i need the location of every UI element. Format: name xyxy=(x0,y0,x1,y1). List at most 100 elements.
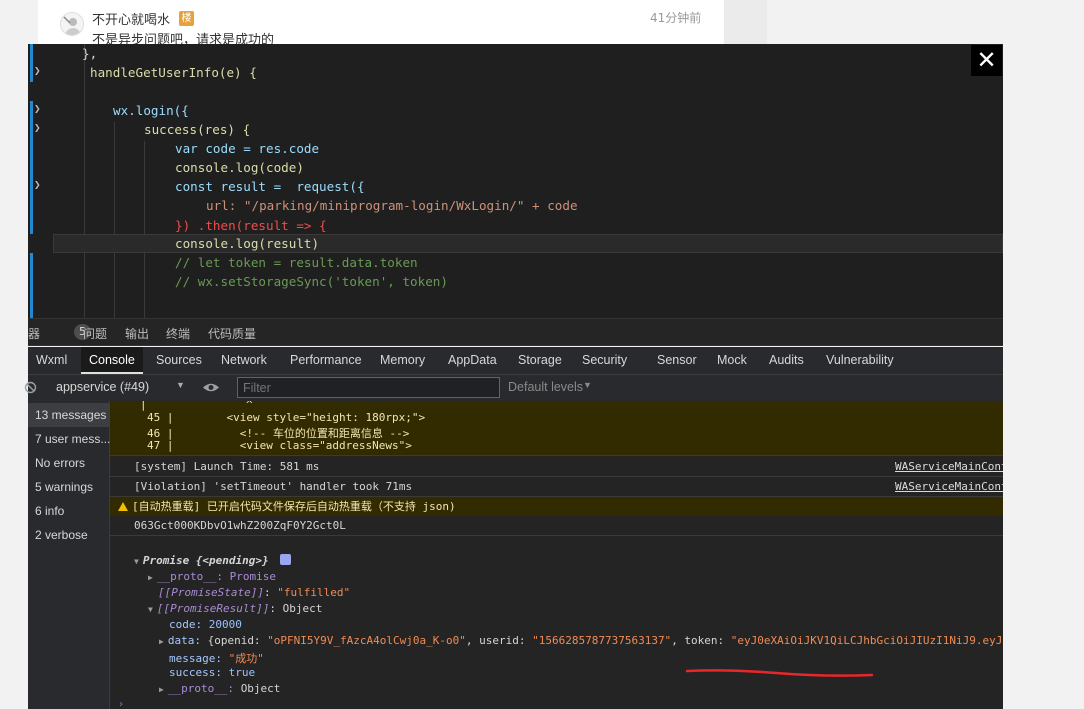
red-underline-annotation xyxy=(686,669,874,677)
property-key: code: xyxy=(169,618,203,631)
console-output[interactable]: | ^ 45 | <view style="height: 180rpx;"> … xyxy=(110,401,1003,709)
sidebar-item-messages[interactable]: 13 messages xyxy=(28,403,110,427)
property-value: Object xyxy=(240,682,281,695)
levels-dropdown-icon[interactable]: ▼ xyxy=(583,380,592,390)
code-editor[interactable]: ❯ ❯ ❯ ❯ }, handleGetUserInfo(e) { wx.log… xyxy=(28,44,1003,318)
comment-time: 41分钟前 xyxy=(650,11,702,25)
property-key: [[PromiseState]] xyxy=(158,586,264,599)
promise-root[interactable]: ▼ Promise {<pending>} xyxy=(110,554,1003,570)
code-text: handleGetUserInfo(e) { xyxy=(90,65,257,80)
fold-chevron-icon[interactable]: ❯ xyxy=(34,121,41,134)
code-line-12: // let token = result.data.token xyxy=(175,253,418,272)
log-levels-dropdown[interactable]: Default levels xyxy=(508,380,583,394)
code-line-1: }, xyxy=(82,44,97,63)
property-key: , token: xyxy=(671,634,725,647)
devtools-tabs: Wxml Console Sources Network Performance… xyxy=(28,347,1003,374)
code-text: }) .then(result => { xyxy=(175,218,327,233)
property-value: "eyJ0eXAiOiJKV1QiLCJhbGciOiJIUzI1NiJ9.ey… xyxy=(730,634,1003,647)
property-value: "成功" xyxy=(228,652,264,665)
property-value: 20000 xyxy=(208,618,242,631)
log-text: 063Gct000KDbvO1whZ200ZqF0Y2Gct0L xyxy=(134,519,346,532)
fold-chevron-icon[interactable]: ❯ xyxy=(34,178,41,191)
context-selector[interactable]: appservice (#49) xyxy=(56,380,149,394)
expand-triangle-icon[interactable]: ▶ xyxy=(159,685,164,694)
info-icon[interactable] xyxy=(280,554,292,565)
context-dropdown-icon[interactable]: ▼ xyxy=(176,380,185,390)
console-sidebar: 13 messages 7 user mess... No errors 5 w… xyxy=(28,401,110,709)
op-badge: 楼 xyxy=(179,11,194,26)
filter-input[interactable] xyxy=(237,377,500,398)
property-key: , userid: xyxy=(465,634,526,647)
tree-node[interactable]: ▶ data: {openid: "oPFNI5Y9V_fAzcA4olCwj0a… xyxy=(110,634,1003,650)
sidebar-item-user-messages[interactable]: 7 user mess... xyxy=(28,427,110,451)
tab-wxml[interactable]: Wxml xyxy=(28,347,75,374)
tree-node: message: "成功" xyxy=(110,650,1003,666)
tab-console[interactable]: Console xyxy=(81,347,143,374)
tab-sources[interactable]: Sources xyxy=(148,347,210,374)
code-text: success(res) { xyxy=(144,122,251,137)
tree-node[interactable]: ▶ __proto__: Promise xyxy=(110,570,1003,586)
tab-terminal[interactable]: 终端 xyxy=(166,325,190,342)
tab-appdata[interactable]: AppData xyxy=(440,347,505,374)
tab-mock[interactable]: Mock xyxy=(709,347,755,374)
tree-node[interactable]: ▶ __proto__: Object xyxy=(110,682,1003,698)
code-line-2: handleGetUserInfo(e) { xyxy=(90,63,257,82)
log-message: 063Gct000KDbvO1whZ200ZqF0Y2Gct0L xyxy=(110,516,1003,536)
console-prompt[interactable]: › xyxy=(110,699,1003,709)
property-value: "oPFNI5Y9V_fAzcA4olCwj0a_K-o0" xyxy=(267,634,466,647)
tab-output[interactable]: 输出 xyxy=(125,325,149,342)
expand-triangle-icon[interactable]: ▶ xyxy=(159,637,164,646)
tab-problems[interactable]: 问题 xyxy=(83,325,107,342)
tab-vulnerability[interactable]: Vulnerability xyxy=(818,347,902,374)
user-avatar[interactable] xyxy=(60,12,84,36)
source-link[interactable]: WAServiceMainContext xyxy=(895,477,1003,497)
fold-chevron-icon[interactable]: ❯ xyxy=(34,64,41,77)
tab-sensor[interactable]: Sensor xyxy=(649,347,705,374)
tree-node[interactable]: ▼ [[PromiseResult]]: Object xyxy=(110,602,1003,618)
code-line-7: console.log(code) xyxy=(175,158,304,177)
clear-console-icon[interactable] xyxy=(24,381,37,394)
property-value: Object xyxy=(282,602,323,615)
warning-message: | ^ 45 | <view style="height: 180rpx;"> … xyxy=(110,401,1003,456)
promise-label: Promise {<pending>} xyxy=(142,554,269,567)
sidebar-item-info[interactable]: 6 info xyxy=(28,499,110,523)
code-text: wx.login({ xyxy=(113,103,189,118)
property-key: data: xyxy=(167,634,201,647)
code-frame-line: | ^ xyxy=(140,401,253,411)
property-key: success: xyxy=(169,666,222,679)
fold-chevron-icon[interactable]: ❯ xyxy=(34,102,41,115)
log-text: [Violation] 'setTimeout' handler took 71… xyxy=(134,480,413,493)
tab-memory[interactable]: Memory xyxy=(372,347,433,374)
tab-audits[interactable]: Audits xyxy=(761,347,812,374)
expand-triangle-icon[interactable]: ▼ xyxy=(148,605,153,614)
sidebar-item-warnings[interactable]: 5 warnings xyxy=(28,475,110,499)
code-text: url: "/parking/miniprogram-login/WxLogin… xyxy=(206,198,578,213)
tab-storage[interactable]: Storage xyxy=(510,347,570,374)
tab-debugger[interactable]: 器 xyxy=(28,325,40,342)
comment-username[interactable]: 不开心就喝水 xyxy=(92,9,170,28)
close-button[interactable]: ✕ xyxy=(971,45,1002,76)
tab-performance[interactable]: Performance xyxy=(282,347,370,374)
comment-text: 不是异步问题吧，请求是成功的 xyxy=(92,33,275,44)
expand-triangle-icon[interactable]: ▶ xyxy=(148,573,153,582)
hot-reload-warning: [自动热重载] 已开启代码文件保存后自动热重载（不支持 json) xyxy=(110,497,1003,516)
property-key: message: xyxy=(169,652,222,665)
tab-code-quality[interactable]: 代码质量 xyxy=(208,325,256,342)
gutter-change-bar xyxy=(30,253,33,318)
expand-triangle-icon[interactable]: ▼ xyxy=(134,557,139,566)
warning-icon xyxy=(118,502,128,511)
indent-guide xyxy=(114,122,115,318)
sidebar-item-errors[interactable]: No errors xyxy=(28,451,110,475)
sidebar-item-verbose[interactable]: 2 verbose xyxy=(28,523,110,547)
tab-security[interactable]: Security xyxy=(574,347,635,374)
code-text: console.log(result) xyxy=(175,236,320,251)
violation-message: [Violation] 'setTimeout' handler took 71… xyxy=(110,477,1003,497)
code-text: }, xyxy=(82,46,98,61)
editor-gutter: ❯ ❯ ❯ ❯ xyxy=(28,44,53,318)
eye-icon[interactable] xyxy=(202,381,220,394)
code-line-4: wx.login({ xyxy=(113,101,189,120)
tab-network[interactable]: Network xyxy=(213,347,275,374)
property-value: true xyxy=(228,666,256,679)
property-value: "1566285787737563137" xyxy=(532,634,672,647)
source-link[interactable]: WAServiceMainContext xyxy=(895,457,1003,477)
